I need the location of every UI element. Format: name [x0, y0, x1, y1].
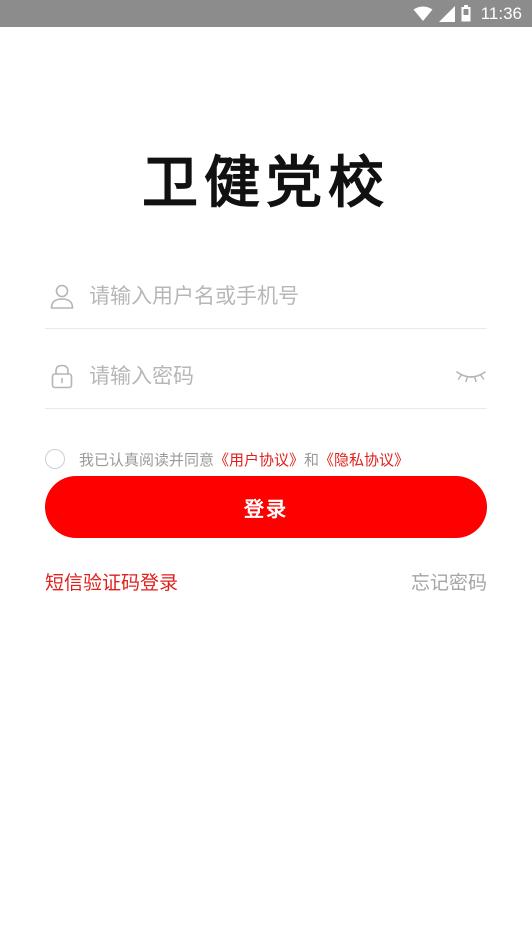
agreement-text: 我已认真阅读并同意 — [79, 450, 215, 469]
agreement-checkbox[interactable] — [45, 449, 65, 469]
password-field — [45, 342, 487, 409]
password-input[interactable] — [89, 358, 429, 394]
status-icons: 11:36 — [413, 0, 522, 27]
user-icon — [50, 284, 74, 309]
user-agreement-link[interactable]: 《用户协议》 — [214, 449, 304, 470]
wifi-icon — [413, 6, 433, 21]
signal-icon — [438, 5, 455, 22]
eye-closed-icon[interactable] — [455, 366, 487, 386]
battery-icon — [461, 5, 471, 22]
app-logo: 卫健党校 — [142, 150, 390, 216]
username-field — [45, 262, 487, 329]
status-time: 11:36 — [480, 3, 522, 23]
login-button[interactable]: 登录 — [45, 476, 487, 538]
agreement-conjunction: 和 — [304, 450, 320, 469]
lock-icon — [51, 364, 73, 389]
status-bar: 11:36 — [0, 0, 532, 27]
username-input[interactable] — [89, 278, 429, 314]
sms-login-link[interactable]: 短信验证码登录 — [45, 568, 178, 595]
forgot-password-link[interactable]: 忘记密码 — [411, 568, 487, 595]
privacy-policy-link[interactable]: 《隐私协议》 — [319, 449, 409, 470]
agreement-row: 我已认真阅读并同意 《用户协议》 和 《隐私协议》 — [45, 447, 409, 471]
